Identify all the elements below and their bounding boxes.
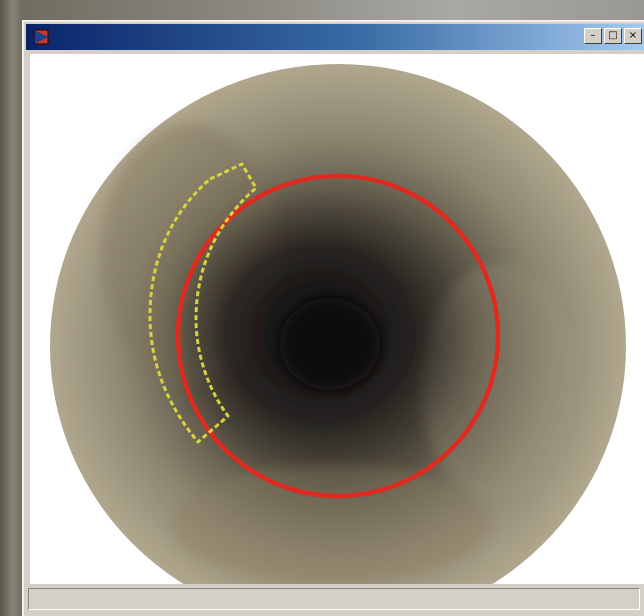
desktop-backdrop-left (0, 0, 22, 616)
close-button[interactable]: × (624, 28, 642, 44)
maximize-button[interactable]: □ (604, 28, 622, 44)
viewer-window: – □ × (22, 20, 644, 616)
window-controls: – □ × (584, 28, 642, 44)
pipe-wall (50, 64, 626, 584)
status-bar (28, 588, 640, 610)
pipe-inspection-image (50, 64, 626, 584)
app-icon[interactable] (32, 28, 50, 46)
image-viewport[interactable] (30, 54, 644, 584)
desktop-backdrop-top (0, 0, 644, 20)
title-bar[interactable]: – □ × (26, 24, 644, 50)
minimize-button[interactable]: – (584, 28, 602, 44)
